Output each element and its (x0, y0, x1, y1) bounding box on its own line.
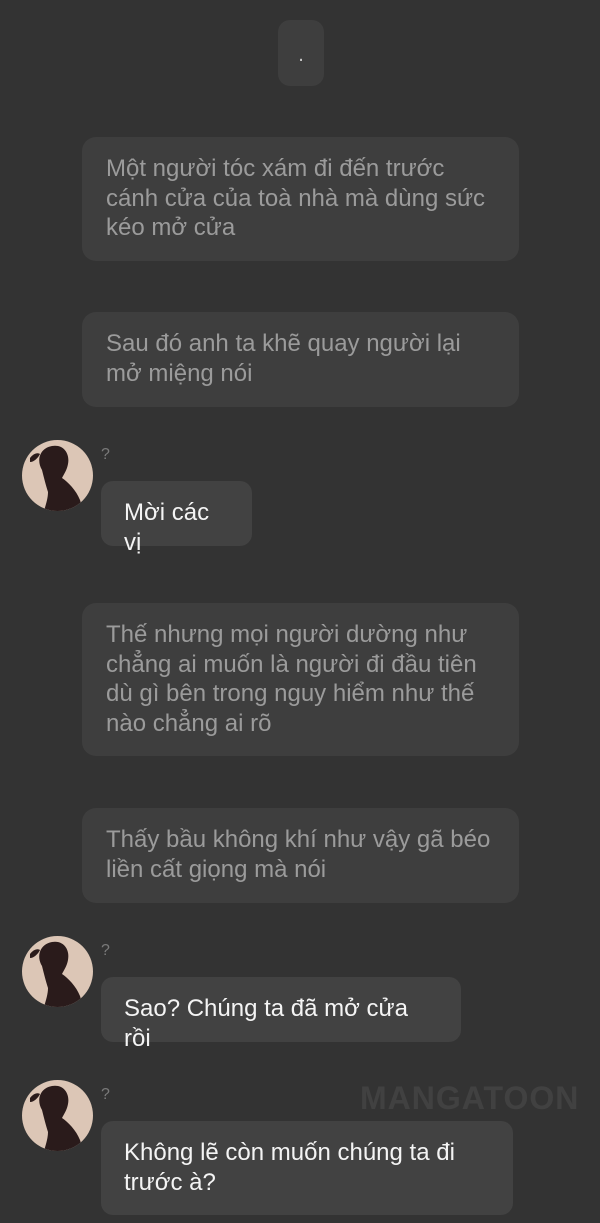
speaker-name-1: ? (101, 446, 110, 463)
speaker-avatar-2[interactable] (22, 936, 93, 1007)
narration-bubble-4: Thấy bầu không khí như vậy gã béo liền c… (82, 808, 519, 903)
speech-bubble-2: Sao? Chúng ta đã mở cửa rồi (101, 977, 461, 1052)
narration-bubble-1: Một người tóc xám đi đến trước cánh cửa … (82, 137, 519, 261)
speech-bubble-1: Mời các vị (101, 481, 252, 556)
top-marker-bubble: . (278, 20, 324, 86)
speaker-name-3: ? (101, 1086, 110, 1103)
speaker-avatar-1[interactable] (22, 440, 93, 511)
speaker-name-2: ? (101, 942, 110, 959)
narration-bubble-2: Sau đó anh ta khẽ quay người lại mở miện… (82, 312, 519, 407)
narration-bubble-3: Thế nhưng mọi người dường như chẳng ai m… (82, 603, 519, 756)
silhouette-avatar-icon (30, 1085, 82, 1151)
silhouette-avatar-icon (30, 941, 82, 1007)
mangatoon-watermark: MANGATOON (360, 1080, 580, 1116)
speech-bubble-3: Không lẽ còn muốn chúng ta đi trước à? (101, 1121, 513, 1215)
speaker-avatar-3[interactable] (22, 1080, 93, 1151)
silhouette-avatar-icon (30, 445, 82, 511)
